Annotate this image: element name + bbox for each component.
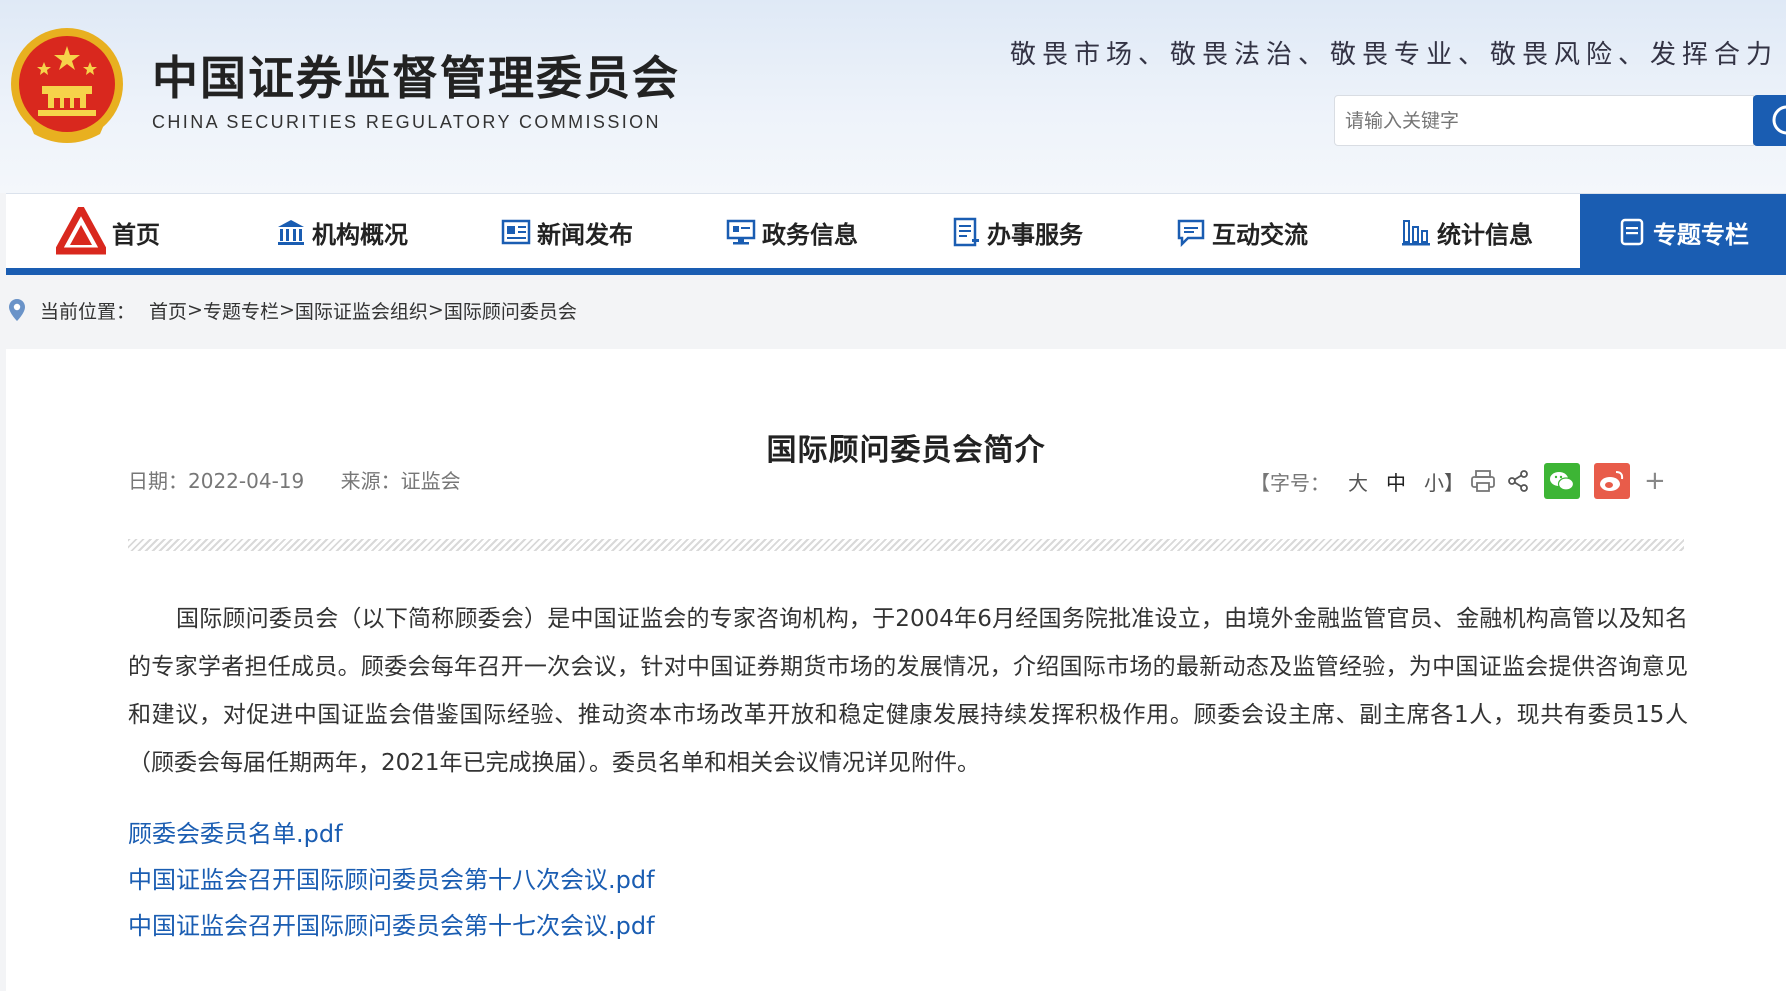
article-meta: 日期：2022-04-19 来源：证监会 [128,465,461,494]
breadcrumb-separator: > [427,299,444,321]
chat-icon [1177,219,1205,247]
wechat-icon[interactable] [1544,463,1580,499]
document-list-icon [953,217,979,247]
nav-item-statistics[interactable]: 统计信息 [1401,194,1533,270]
font-size-label: 【字号： [1250,470,1330,495]
nav-label: 办事服务 [987,220,1083,249]
article-date: 日期：2022-04-19 [128,469,305,493]
attachment-link[interactable]: 中国证监会召开国际顾问委员会第十七次会议.pdf [128,903,655,949]
monitor-icon [726,219,756,245]
font-size-small-button[interactable]: 小】 [1424,467,1464,496]
building-icon [278,220,304,245]
weibo-icon[interactable] [1594,463,1630,499]
attachment-link[interactable]: 顾委会委员名单.pdf [128,811,655,857]
font-size-medium-button[interactable]: 中 [1386,467,1406,496]
nav-item-gov-info[interactable]: 政务信息 [726,194,858,270]
nav-label: 机构概况 [312,220,408,249]
print-icon[interactable] [1470,468,1496,494]
article-body: 国际顾问委员会（以下简称顾委会）是中国证监会的专家咨询机构，于2004年6月经国… [128,606,1688,776]
breadcrumb-item-home[interactable]: 首页 [149,297,187,324]
slogan: 敬畏市场、敬畏法治、敬畏专业、敬畏风险、发挥合力 [1009,40,1778,70]
csrc-logo-icon [56,207,106,255]
search-icon [1772,105,1786,135]
attachment-link[interactable]: 中国证监会召开国际顾问委员会第十八次会议.pdf [128,857,655,903]
title-divider [128,539,1684,551]
breadcrumb-prefix: 当前位置： [40,300,136,323]
nav-item-news[interactable]: 新闻发布 [501,194,633,270]
national-emblem-icon [11,28,123,143]
topic-icon [1620,218,1644,246]
search-input[interactable] [1334,95,1754,146]
share-icon[interactable] [1506,469,1530,493]
nav-item-topics[interactable]: 专题专栏 [1580,194,1786,270]
news-icon [501,219,531,245]
nav-underline [6,268,1786,275]
search-button[interactable] [1753,95,1786,146]
nav-item-interaction[interactable]: 互动交流 [1176,194,1308,270]
breadcrumb-separator: > [187,299,203,321]
nav-item-about[interactable]: 机构概况 [276,194,408,270]
site-subtitle: CHINA SECURITIES REGULATORY COMMISSION [152,112,661,132]
site-header: 中国证券监督管理委员会 CHINA SECURITIES REGULATORY … [0,0,1786,193]
breadcrumb-item-topics[interactable]: 专题专栏 [203,297,279,324]
nav-label: 专题专栏 [1653,220,1749,249]
nav-label: 互动交流 [1212,220,1308,249]
nav-label: 新闻发布 [537,220,633,249]
nav-item-home[interactable]: 首页 [56,194,160,270]
font-size-large-button[interactable]: 大 [1348,467,1368,496]
article-panel: 国际顾问委员会简介 日期：2022-04-19 来源：证监会 【字号： 大 中 … [6,349,1786,991]
more-share-button[interactable]: + [1644,466,1666,496]
bar-chart-icon [1402,220,1430,246]
breadcrumb-item-iosco[interactable]: 国际证监会组织 [295,297,428,324]
nav-label: 政务信息 [762,220,858,249]
breadcrumb-item-current[interactable]: 国际顾问委员会 [444,297,577,324]
site-title: 中国证券监督管理委员会 [152,51,680,105]
breadcrumb: 当前位置： 首页 > 专题专栏 > 国际证监会组织 > 国际顾问委员会 [0,290,577,330]
article-tools: 【字号： 大 中 小】 + [1250,461,1666,501]
attachment-list: 顾委会委员名单.pdf 中国证监会召开国际顾问委员会第十八次会议.pdf 中国证… [128,811,655,949]
main-nav: 首页 机构概况 新闻发布 政务信息 办事服务 互动交流 统计信息 专题专栏 [6,193,1786,270]
nav-item-services[interactable]: 办事服务 [951,194,1083,270]
location-pin-icon [9,299,25,321]
article-source: 来源：证监会 [340,469,461,493]
breadcrumb-separator: > [278,299,295,321]
nav-label: 首页 [112,220,160,249]
nav-label: 统计信息 [1437,220,1533,249]
